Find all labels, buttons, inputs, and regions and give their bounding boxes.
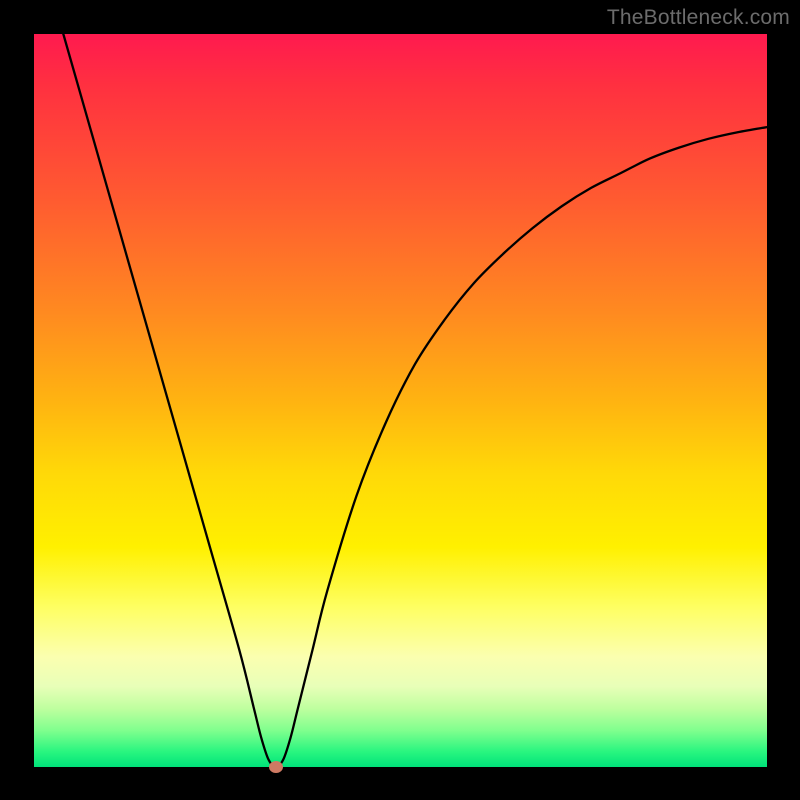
- curve-minimum-marker: [269, 761, 283, 773]
- chart-frame: TheBottleneck.com: [0, 0, 800, 800]
- watermark-text: TheBottleneck.com: [607, 6, 790, 30]
- plot-area: [34, 34, 767, 767]
- chart-curve: [34, 34, 767, 767]
